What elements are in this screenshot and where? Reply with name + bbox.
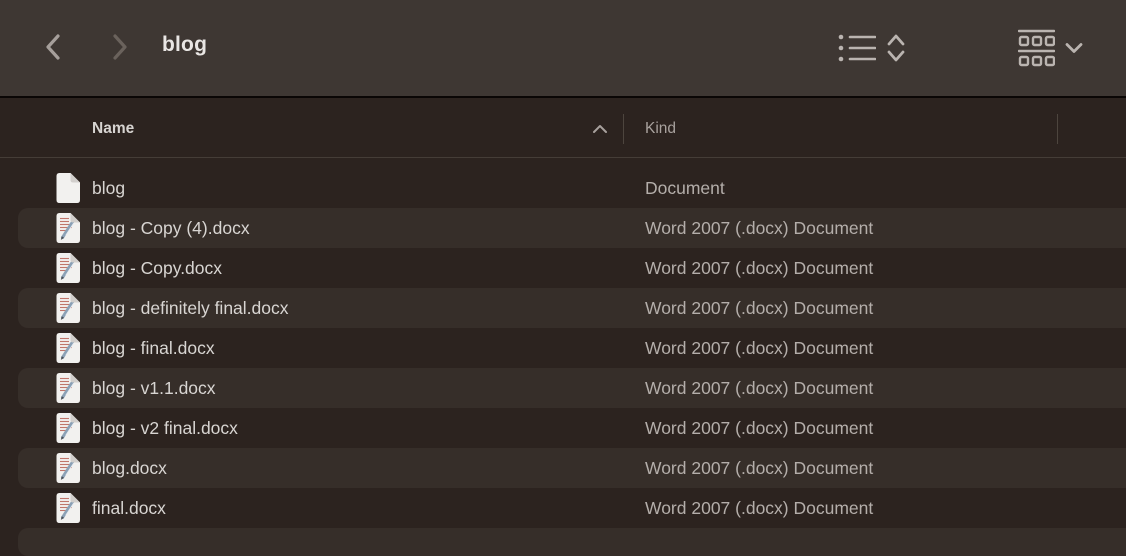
file-row[interactable]: blog - Copy (4).docx Word 2007 (.docx) D…: [0, 208, 1126, 248]
empty-row: [0, 528, 1126, 556]
file-kind-label: Word 2007 (.docx) Document: [645, 368, 873, 408]
file-row[interactable]: blog - v1.1.docx Word 2007 (.docx) Docum…: [0, 368, 1126, 408]
file-row[interactable]: blog - v2 final.docx Word 2007 (.docx) D…: [0, 408, 1126, 448]
file-row[interactable]: blog - definitely final.docx Word 2007 (…: [0, 288, 1126, 328]
chevron-left-icon: [44, 33, 61, 61]
file-row[interactable]: final.docx Word 2007 (.docx) Document: [0, 488, 1126, 528]
column-divider[interactable]: [1057, 114, 1058, 144]
file-name-label: blog - v2 final.docx: [92, 408, 238, 448]
sort-ascending-icon: [592, 124, 608, 134]
back-button[interactable]: [36, 31, 68, 63]
forward-button[interactable]: [104, 31, 136, 63]
chevron-down-icon: [1065, 42, 1083, 54]
docx-document-icon: [55, 332, 81, 364]
docx-document-icon: [55, 372, 81, 404]
file-row[interactable]: blog - Copy.docx Word 2007 (.docx) Docum…: [0, 248, 1126, 288]
plain-document-icon: [55, 172, 81, 204]
file-name-label: blog - Copy.docx: [92, 248, 222, 288]
docx-document-icon: [55, 412, 81, 444]
page-title: blog: [162, 33, 207, 57]
docx-document-icon: [55, 252, 81, 284]
docx-document-icon: [55, 492, 81, 524]
column-header-kind[interactable]: Kind: [645, 100, 676, 157]
file-name-label: blog.docx: [92, 448, 167, 488]
finder-window: blog: [0, 0, 1126, 556]
view-mode-control[interactable]: [838, 33, 906, 63]
docx-document-icon: [55, 212, 81, 244]
sort-chevrons-icon: [886, 33, 906, 63]
file-kind-label: Document: [645, 168, 725, 208]
chevron-right-icon: [112, 33, 129, 61]
file-name-label: final.docx: [92, 488, 166, 528]
column-header-name[interactable]: Name: [92, 100, 134, 157]
file-name-label: blog - Copy (4).docx: [92, 208, 250, 248]
list-view-icon: [838, 33, 876, 63]
toolbar: blog: [0, 0, 1126, 98]
file-kind-label: Word 2007 (.docx) Document: [645, 328, 873, 368]
file-list: blog Document b: [0, 158, 1126, 556]
file-kind-label: Word 2007 (.docx) Document: [645, 408, 873, 448]
file-name-label: blog - v1.1.docx: [92, 368, 216, 408]
file-name-label: blog - definitely final.docx: [92, 288, 289, 328]
group-view-icon: [1018, 29, 1055, 67]
file-row[interactable]: blog - final.docx Word 2007 (.docx) Docu…: [0, 328, 1126, 368]
docx-document-icon: [55, 452, 81, 484]
group-menu-control[interactable]: [1018, 29, 1083, 67]
file-kind-label: Word 2007 (.docx) Document: [645, 488, 873, 528]
file-name-label: blog - final.docx: [92, 328, 215, 368]
docx-document-icon: [55, 292, 81, 324]
column-divider[interactable]: [623, 114, 624, 144]
file-name-label: blog: [92, 168, 125, 208]
file-kind-label: Word 2007 (.docx) Document: [645, 448, 873, 488]
column-header-row: Name Kind: [0, 100, 1126, 158]
file-kind-label: Word 2007 (.docx) Document: [645, 208, 873, 248]
file-kind-label: Word 2007 (.docx) Document: [645, 248, 873, 288]
file-row[interactable]: blog Document: [0, 168, 1126, 208]
file-row[interactable]: blog.docx Word 2007 (.docx) Document: [0, 448, 1126, 488]
file-kind-label: Word 2007 (.docx) Document: [645, 288, 873, 328]
